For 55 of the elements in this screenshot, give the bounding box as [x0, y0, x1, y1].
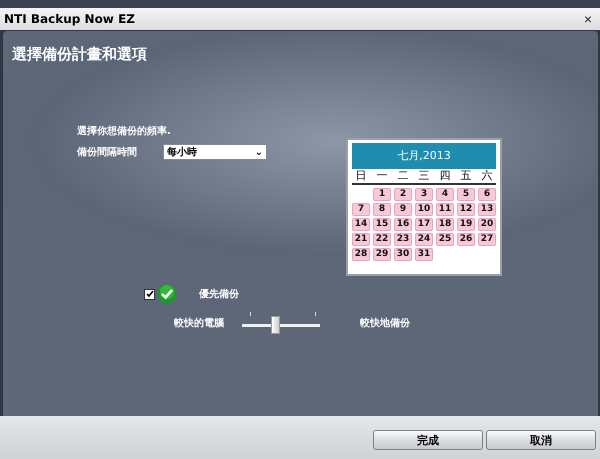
- calendar-day[interactable]: 31: [415, 248, 433, 261]
- calendar-day[interactable]: 19: [457, 218, 475, 231]
- frequency-prompt: 選擇你想備份的頻率.: [77, 124, 172, 138]
- slider-left-label: 較快的電腦: [174, 316, 225, 330]
- close-button[interactable]: ×: [584, 12, 592, 26]
- page-heading: 選擇備份計畫和選項: [12, 45, 148, 64]
- weekday-label: 日: [354, 169, 368, 183]
- calendar-day[interactable]: 11: [436, 203, 454, 216]
- cancel-button[interactable]: 取消: [486, 430, 596, 450]
- calendar-header: 七月,2013: [352, 143, 496, 169]
- calendar-day[interactable]: 25: [436, 233, 454, 246]
- calendar-day[interactable]: 7: [352, 203, 370, 216]
- calendar-day[interactable]: 29: [373, 248, 391, 261]
- interval-dropdown[interactable]: 每小時 ⌄: [163, 144, 267, 160]
- calendar-day[interactable]: 20: [478, 218, 496, 231]
- caret-icon: ⌄: [254, 146, 263, 158]
- calendar-day[interactable]: 3: [415, 188, 433, 201]
- calendar-day[interactable]: 28: [352, 248, 370, 261]
- calendar-day[interactable]: 27: [478, 233, 496, 246]
- calendar-day[interactable]: 23: [394, 233, 412, 246]
- calendar-day[interactable]: 21: [352, 233, 370, 246]
- weekday-label: 四: [438, 169, 452, 183]
- calendar-day[interactable]: 12: [457, 203, 475, 216]
- calendar-day[interactable]: 1: [373, 188, 391, 201]
- weekday-label: 五: [460, 169, 472, 183]
- calendar-day[interactable]: 22: [373, 233, 391, 246]
- dropdown-value: 每小時: [167, 146, 197, 159]
- priority-checkbox[interactable]: [144, 288, 155, 300]
- slider-thumb[interactable]: [270, 316, 280, 334]
- weekday-label: 六: [480, 169, 494, 183]
- weekday-label: 二: [396, 169, 410, 183]
- check-icon: [157, 284, 177, 304]
- calendar-day[interactable]: 13: [478, 203, 496, 216]
- calendar-day[interactable]: 10: [415, 203, 433, 216]
- weekday-label: 三: [418, 169, 430, 183]
- window-title: NTI Backup Now EZ: [4, 12, 135, 26]
- calendar-day[interactable]: 24: [415, 233, 433, 246]
- calendar-day[interactable]: 5: [457, 188, 475, 201]
- calendar-day[interactable]: 14: [352, 218, 370, 231]
- weekday-label: 一: [376, 169, 388, 183]
- calendar-day[interactable]: 15: [373, 218, 391, 231]
- calendar-day[interactable]: 4: [436, 188, 454, 201]
- calendar-day[interactable]: 18: [436, 218, 454, 231]
- slider-right-label: 較快地備份: [360, 316, 410, 330]
- calendar-day[interactable]: 17: [415, 218, 433, 231]
- calendar-day[interactable]: 8: [373, 203, 391, 216]
- calendar-day[interactable]: 2: [394, 188, 412, 201]
- priority-label: 優先備份: [199, 288, 239, 301]
- interval-label: 備份間隔時間: [77, 146, 137, 159]
- calendar-day[interactable]: 26: [457, 233, 475, 246]
- calendar-day[interactable]: 9: [394, 203, 412, 216]
- calendar-day[interactable]: 6: [478, 188, 496, 201]
- finish-button[interactable]: 完成: [373, 430, 483, 450]
- calendar-day[interactable]: 30: [394, 248, 412, 261]
- calendar-day[interactable]: 16: [394, 218, 412, 231]
